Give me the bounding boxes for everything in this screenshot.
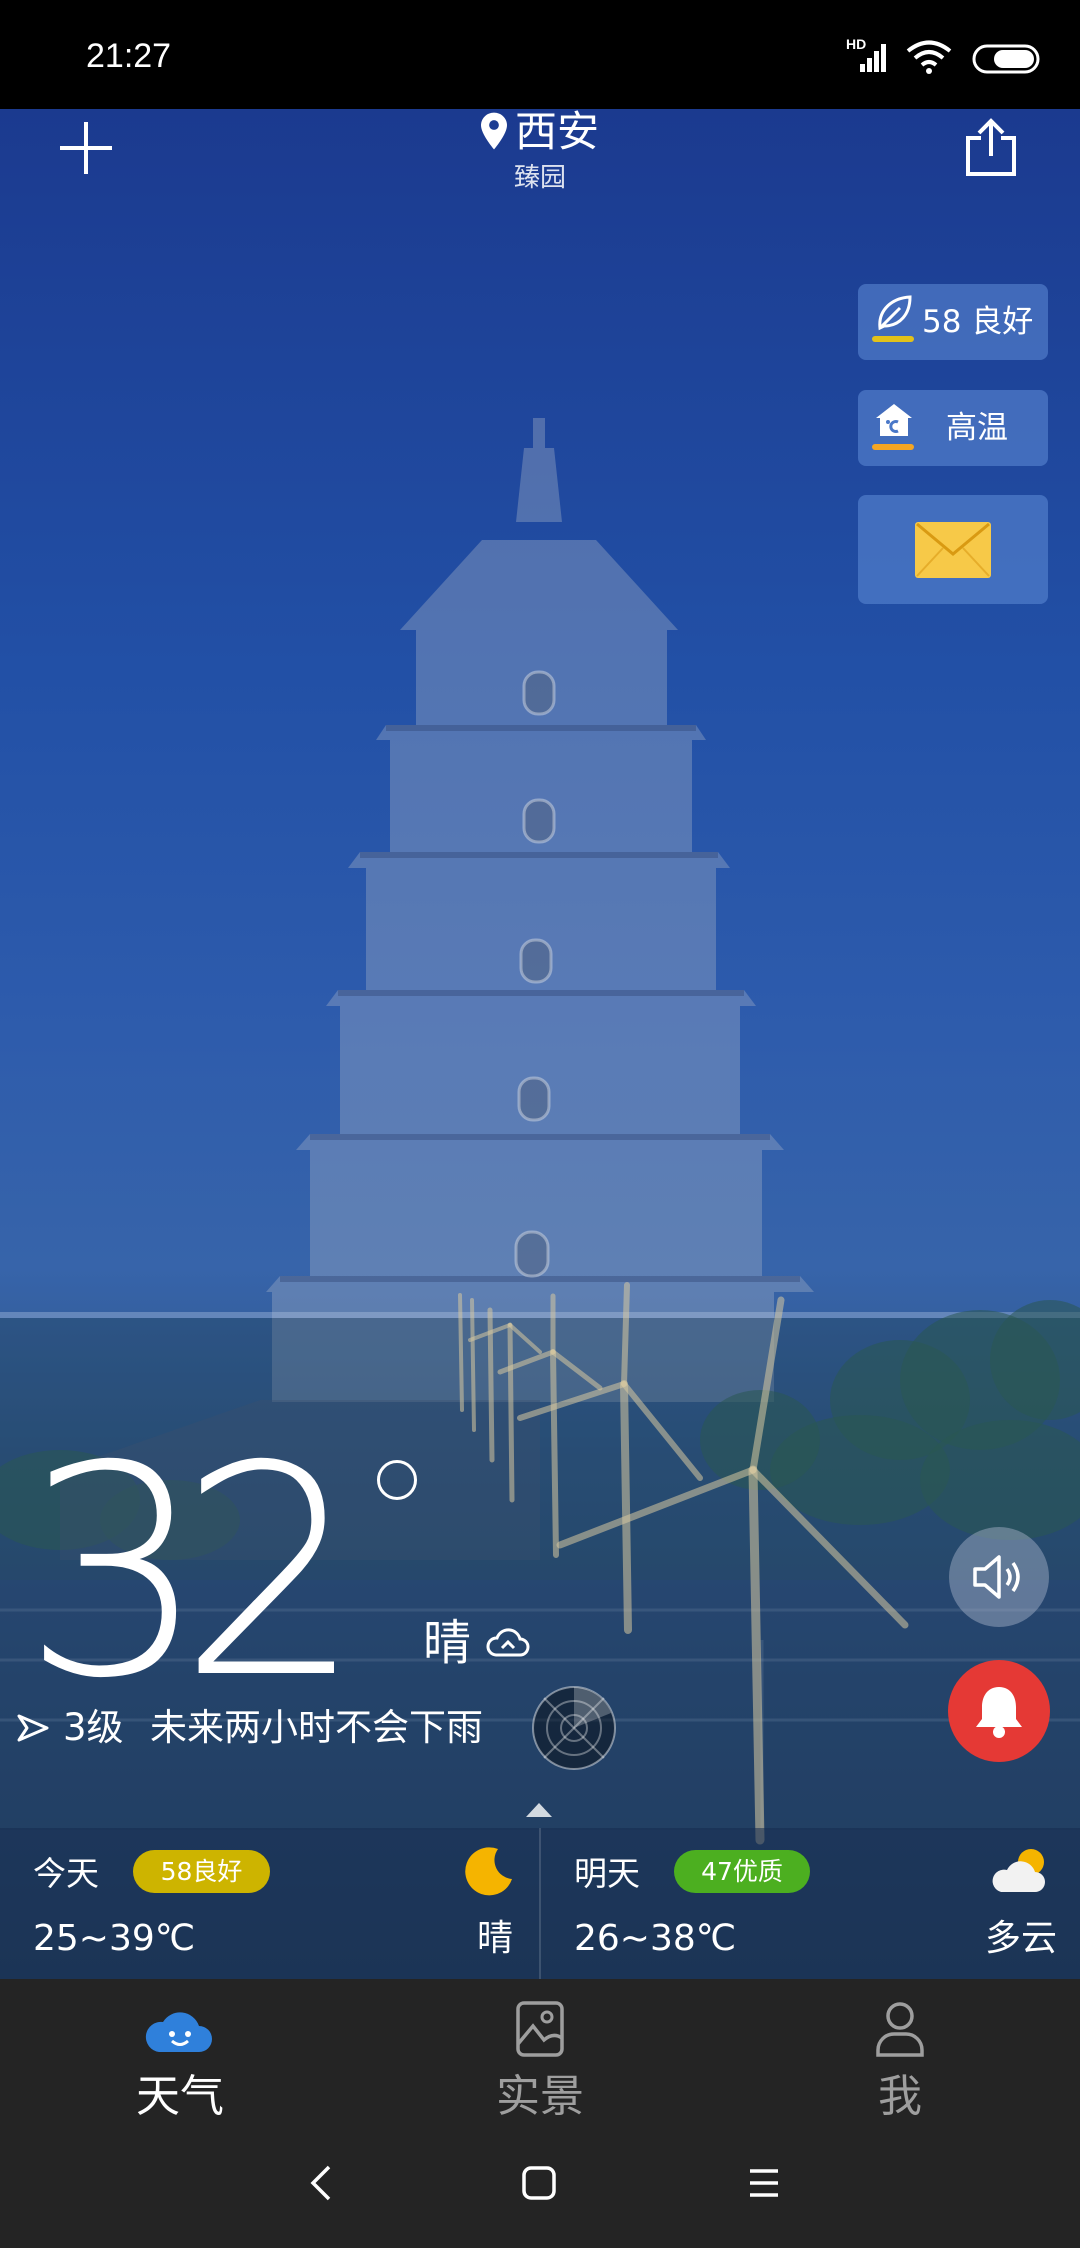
nav-item-me[interactable]: 我 bbox=[720, 1979, 1080, 2144]
status-bar: 21:27 HD bbox=[0, 0, 1080, 109]
district-name: 臻园 bbox=[513, 163, 566, 193]
nav-label: 实景 bbox=[496, 2071, 584, 2122]
share-icon bbox=[966, 118, 1016, 176]
menu-icon[interactable] bbox=[746, 2167, 782, 2199]
status-clock: 21:27 bbox=[86, 37, 172, 75]
aqi-label: 良好 bbox=[971, 304, 1034, 340]
forecast-day-label: 明天 bbox=[574, 1854, 640, 1893]
signal-icon bbox=[860, 44, 886, 72]
city-name: 西安 bbox=[514, 107, 599, 156]
aqi-text: 58 良好 bbox=[922, 302, 1033, 342]
moon-icon bbox=[465, 1847, 512, 1896]
system-navigation-bar bbox=[0, 2144, 1080, 2248]
location-selector[interactable]: 西安 bbox=[0, 104, 1080, 160]
nav-item-weather[interactable]: 天气 bbox=[0, 1979, 360, 2144]
messages-button[interactable] bbox=[858, 495, 1048, 604]
rain-forecast[interactable]: 未来两小时不会下雨 bbox=[150, 1706, 483, 1750]
photo-icon bbox=[516, 2001, 564, 2057]
location-pin-icon bbox=[480, 112, 507, 149]
battery-icon bbox=[972, 44, 1040, 74]
home-icon[interactable] bbox=[519, 2163, 559, 2203]
nav-item-live-scene[interactable]: 实景 bbox=[360, 1979, 720, 2144]
speaker-icon bbox=[973, 1555, 1020, 1599]
warning-label: 高温 bbox=[946, 410, 1008, 446]
forecast-temp-range: 25~39℃ bbox=[33, 1918, 196, 1959]
forecast-aqi-badge: 47优质 bbox=[674, 1850, 810, 1893]
cloud-outline-icon[interactable] bbox=[484, 1626, 530, 1658]
nav-label: 天气 bbox=[136, 2071, 224, 2122]
weather-cloud-icon bbox=[145, 2012, 212, 2052]
weather-alarm-button[interactable] bbox=[948, 1660, 1050, 1762]
wind-direction-icon bbox=[17, 1714, 49, 1742]
high-temperature-icon bbox=[876, 404, 912, 436]
forecast-temp-range: 26~38℃ bbox=[574, 1918, 737, 1959]
nav-label: 我 bbox=[878, 2071, 922, 2122]
back-icon[interactable] bbox=[307, 2163, 335, 2203]
current-temperature: 32 bbox=[22, 1405, 363, 1742]
share-button[interactable] bbox=[964, 116, 1018, 178]
forecast-condition: 晴 bbox=[476, 1918, 513, 1959]
aqi-indicator-bar bbox=[872, 336, 914, 342]
bell-icon bbox=[976, 1687, 1022, 1738]
wind-level: 3级 bbox=[63, 1706, 124, 1749]
chevron-up-icon[interactable] bbox=[526, 1803, 552, 1817]
degree-symbol bbox=[377, 1460, 417, 1500]
forecast-aqi-badge: 58良好 bbox=[133, 1850, 270, 1893]
forecast-today[interactable]: 今天 58良好 25~39℃ 晴 bbox=[0, 1828, 539, 1979]
user-icon bbox=[876, 2002, 924, 2057]
forecast-day-label: 今天 bbox=[33, 1854, 99, 1893]
forecast-condition: 多云 bbox=[984, 1918, 1057, 1959]
warning-indicator-bar bbox=[872, 444, 914, 450]
partly-cloudy-icon bbox=[992, 1849, 1045, 1892]
leaf-icon bbox=[878, 295, 912, 331]
voice-broadcast-button[interactable] bbox=[949, 1527, 1049, 1627]
air-quality-badge[interactable]: 58 良好 bbox=[858, 284, 1048, 360]
forecast-tomorrow[interactable]: 明天 47优质 26~38℃ 多云 bbox=[540, 1828, 1080, 1979]
radar-icon[interactable] bbox=[531, 1685, 617, 1771]
wifi-icon bbox=[906, 40, 952, 74]
weather-warning-badge[interactable]: 高温 bbox=[858, 390, 1048, 466]
aqi-value: 58 bbox=[922, 304, 962, 340]
current-condition: 晴 bbox=[423, 1615, 472, 1671]
envelope-icon bbox=[915, 522, 991, 578]
